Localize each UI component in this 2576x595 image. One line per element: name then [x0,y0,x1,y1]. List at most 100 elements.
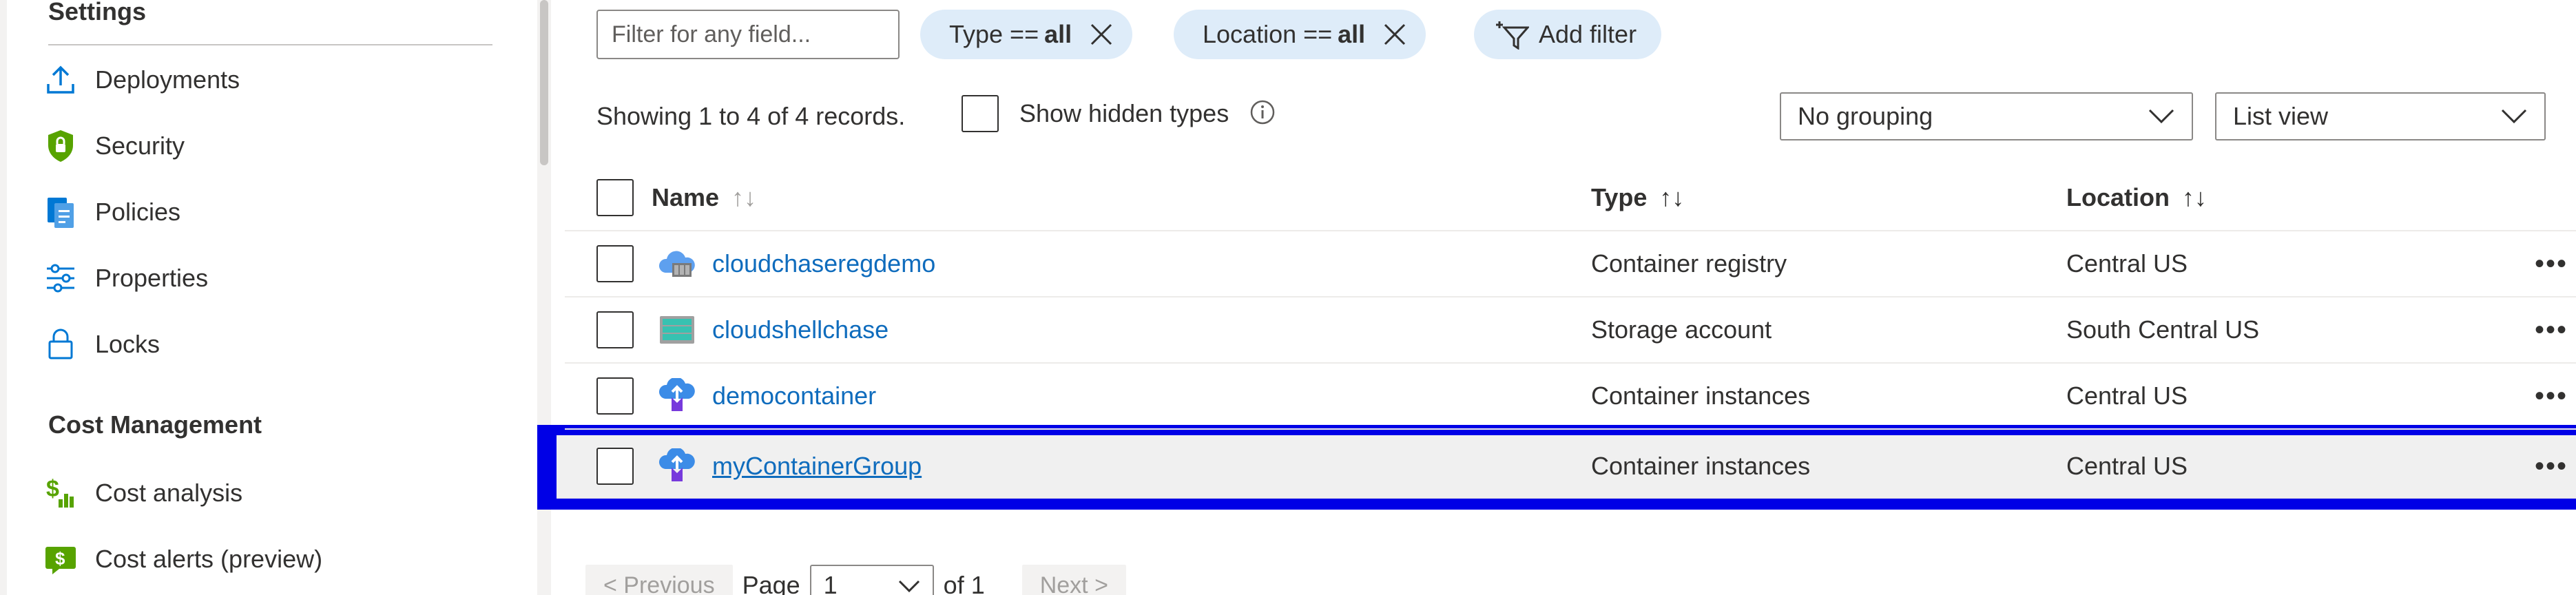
view-selected: List view [2233,102,2329,130]
cost-management-section-title: Cost Management [48,410,262,439]
container-instances-icon [658,448,696,485]
type-cell: Storage account [1591,315,1772,344]
close-icon[interactable] [1087,20,1116,49]
show-hidden-checkbox[interactable] [962,95,999,132]
svg-text:$: $ [46,476,59,502]
pagination: < Previous Page 1 of 1 Next > [585,565,1126,595]
lock-icon [40,324,81,365]
location-cell: Central US [2066,382,2188,410]
sidebar-item-security[interactable]: Security [40,118,508,174]
sidebar-item-label: Security [95,132,185,160]
add-filter-icon [1495,19,1529,50]
sidebar-item-locks[interactable]: Locks [40,317,508,372]
sidebar-item-cost-alerts[interactable]: $ Cost alerts (preview) [40,532,508,587]
sort-icon: ↑↓ [1659,183,1685,211]
resource-link[interactable]: cloudshellchase [712,315,889,344]
location-filter-value: all [1338,20,1366,48]
resource-link[interactable]: democontainer [712,382,876,410]
container-registry-icon [658,245,696,282]
chevron-down-icon [2500,102,2528,131]
sidebar-scrollbar-thumb[interactable] [540,0,548,165]
sidebar-item-label: Cost analysis [95,479,243,507]
type-header-label: Type [1591,183,1648,211]
row-checkbox[interactable] [596,377,634,415]
location-column-header[interactable]: Location ↑↓ [2066,183,2207,212]
resources-panel: Type == all Location == all Add filter S… [537,0,2576,595]
type-filter-label: Type == [949,20,1039,48]
row-checkbox[interactable] [596,448,634,485]
name-cell: myContainerGroup [652,448,922,485]
close-icon[interactable] [1380,20,1409,49]
chevron-down-icon [898,571,920,595]
resource-link[interactable]: cloudchaseregdemo [712,249,935,278]
sidebar-item-label: Policies [95,198,181,226]
page-of-label: of 1 [943,571,985,595]
more-actions-icon[interactable]: ••• [2535,451,2568,482]
table-row[interactable]: cloudchaseregdemo Container registry Cen… [565,231,2576,298]
location-filter-pill[interactable]: Location == all [1174,10,1426,59]
page-label: Page [742,571,800,595]
add-filter-label: Add filter [1539,20,1637,48]
location-cell: Central US [2066,249,2188,278]
more-actions-icon[interactable]: ••• [2535,315,2568,346]
table-row[interactable]: democontainer Container instances Centra… [565,364,2576,430]
sidebar-edge [0,0,7,595]
sidebar-item-policies[interactable]: Policies [40,185,508,240]
name-header-label: Name [652,183,720,211]
location-header-label: Location [2066,183,2170,211]
type-column-header[interactable]: Type ↑↓ [1591,183,1684,212]
sidebar-item-label: Deployments [95,65,240,94]
name-cell: cloudchaseregdemo [652,245,935,282]
page-select-value: 1 [823,571,838,595]
cost-alert-icon: $ [40,539,81,580]
more-actions-icon[interactable]: ••• [2535,381,2568,412]
table-row[interactable]: myContainerGroup Container instances Cen… [557,435,2576,499]
location-cell: Central US [2066,452,2188,480]
add-filter-button[interactable]: Add filter [1474,10,1662,59]
row-checkbox[interactable] [596,245,634,282]
previous-page-button[interactable]: < Previous [585,565,733,595]
grouping-dropdown[interactable]: No grouping [1780,92,2193,140]
type-cell: Container instances [1591,452,1811,480]
sidebar-item-label: Properties [95,264,209,292]
sidebar-item-properties[interactable]: Properties [40,251,508,306]
type-cell: Container instances [1591,382,1811,410]
sort-icon: ↑↓ [2182,183,2207,211]
show-hidden-types-toggle[interactable]: Show hidden types [962,95,1276,132]
upload-icon [40,59,81,101]
info-icon[interactable] [1249,99,1276,129]
location-filter-label: Location == [1203,20,1333,48]
settings-divider [48,44,492,45]
properties-sliders-icon [40,258,81,299]
records-count: Showing 1 to 4 of 4 records. [596,102,906,130]
location-cell: South Central US [2066,315,2260,344]
shield-icon [40,125,81,167]
type-filter-pill[interactable]: Type == all [920,10,1133,59]
policy-document-icon [40,191,81,233]
page-select[interactable]: 1 [809,565,934,595]
grouping-selected: No grouping [1798,102,1933,130]
name-cell: cloudshellchase [652,311,889,348]
next-page-button[interactable]: Next > [1021,565,1126,595]
resource-link[interactable]: myContainerGroup [712,452,922,481]
view-dropdown[interactable]: List view [2215,92,2546,140]
svg-text:$: $ [55,548,65,569]
filter-input[interactable] [596,10,900,59]
row-checkbox[interactable] [596,311,634,348]
type-filter-value: all [1044,20,1072,48]
sidebar-item-cost-analysis[interactable]: $ Cost analysis [40,466,508,521]
type-cell: Container registry [1591,249,1787,278]
sidebar-item-label: Cost alerts (preview) [95,545,323,573]
table-header: Name ↑↓ Type ↑↓ Location ↑↓ [565,165,2576,231]
chevron-down-icon [2148,102,2175,131]
more-actions-icon[interactable]: ••• [2535,249,2568,280]
settings-sidebar: Settings Deployments Security Policies P… [0,0,551,595]
select-all-checkbox[interactable] [596,179,634,216]
cost-analysis-icon: $ [40,472,81,514]
sidebar-item-deployments[interactable]: Deployments [40,52,508,107]
sidebar-item-label: Locks [95,330,160,358]
show-hidden-label: Show hidden types [1019,99,1229,127]
name-column-header[interactable]: Name ↑↓ [652,183,756,212]
container-instances-icon [658,377,696,415]
table-row[interactable]: cloudshellchase Storage account South Ce… [565,298,2576,364]
